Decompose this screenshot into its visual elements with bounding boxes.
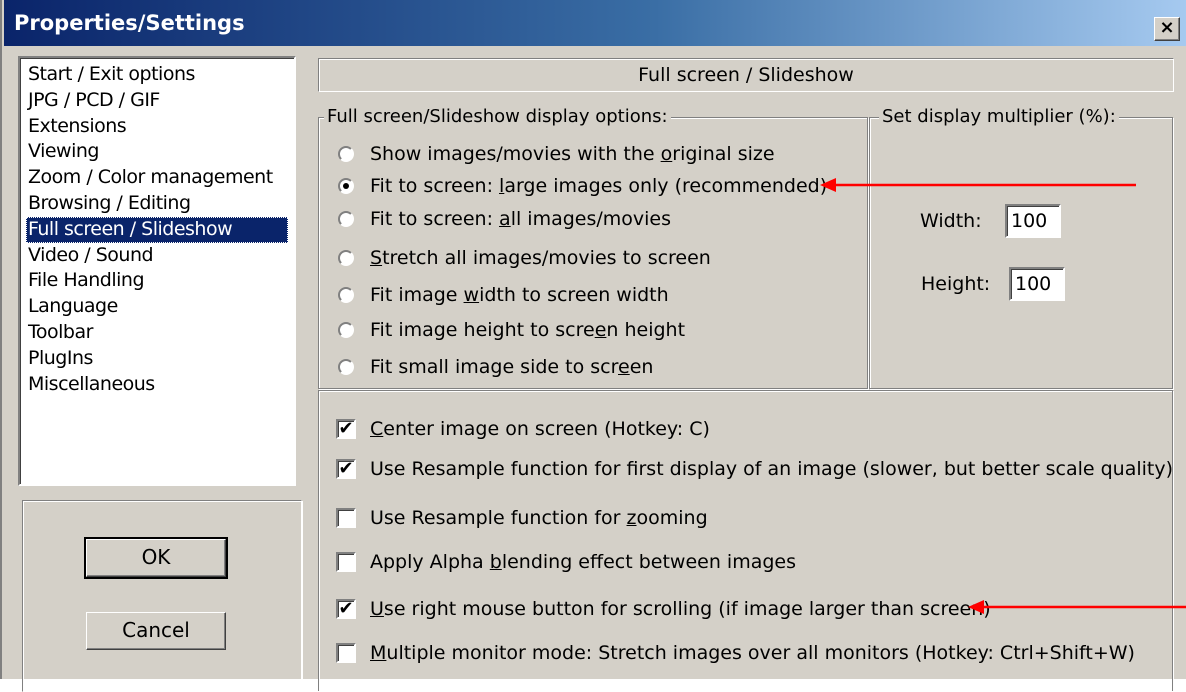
radio-button[interactable] — [338, 211, 354, 227]
height-label: Height: — [921, 273, 991, 295]
multiplier-group: Set display multiplier (%): — [869, 106, 1173, 389]
category-item[interactable]: Toolbar — [26, 320, 288, 346]
option-label: Use Resample function for zooming — [370, 503, 708, 533]
label-part: idth to screen width — [479, 284, 669, 306]
width-field[interactable]: 100 — [1005, 204, 1061, 238]
option-label: Stretch all images/movies to screen — [370, 243, 711, 273]
radio-button[interactable] — [338, 250, 354, 266]
height-field[interactable]: 100 — [1009, 267, 1065, 301]
label-part: en — [629, 356, 654, 378]
label-part: Fit to screen: — [370, 175, 500, 197]
multiplier-title: Set display multiplier (%): — [879, 106, 1119, 127]
label-part: ultiple monitor mode: Stretch images ove… — [386, 642, 1135, 664]
checkbox[interactable] — [336, 508, 356, 528]
category-list[interactable]: Start / Exit options JPG / PCD / GIF Exten… — [18, 56, 296, 486]
close-icon: × — [1159, 17, 1175, 38]
label-part: M — [370, 642, 387, 664]
category-item[interactable]: Start / Exit options — [26, 62, 288, 88]
check-mark-icon: ✔ — [338, 458, 354, 479]
radio-button[interactable] — [338, 359, 354, 375]
label-part: U — [370, 598, 384, 620]
label-part: e — [618, 356, 630, 378]
annotation-arrow-2 — [968, 600, 1186, 614]
label-part: enter image on screen (Hotkey: C) — [383, 418, 710, 440]
close-button[interactable]: × — [1154, 17, 1180, 41]
option-label: Apply Alpha blending effect between imag… — [370, 547, 796, 577]
window-title: Properties/Settings — [14, 11, 245, 35]
label-part: w — [463, 284, 480, 306]
label-part: o — [660, 143, 673, 165]
label-part: Show images/movies with the — [370, 143, 661, 165]
label-part: se right mouse button for scrolling (if … — [383, 598, 991, 620]
label-part: lending effect between images — [501, 551, 796, 573]
category-item[interactable]: JPG / PCD / GIF — [26, 88, 288, 114]
checkbox[interactable]: ✔ — [336, 419, 356, 439]
properties-dialog: Properties/Settings × Start / Exit optio… — [0, 0, 1186, 692]
width-label: Width: — [920, 210, 982, 232]
panel-heading: Full screen / Slideshow — [318, 58, 1174, 92]
ok-button[interactable]: OK — [84, 537, 228, 579]
option-label: Multiple monitor mode: Stretch images ov… — [370, 638, 1135, 668]
label-part: Fit image height to scre — [370, 319, 595, 341]
check-mark-icon: ✔ — [338, 598, 354, 619]
label-part: C — [370, 418, 384, 440]
option-label: Fit image height to screen height — [370, 315, 685, 345]
option-label: Fit to screen: large images only (recomm… — [370, 171, 827, 201]
label-part: a — [499, 208, 511, 230]
radio-button[interactable] — [338, 146, 354, 162]
category-item[interactable]: Miscellaneous — [26, 372, 288, 398]
category-item[interactable]: Browsing / Editing — [26, 191, 288, 217]
label-part: riginal size — [672, 143, 775, 165]
cancel-button[interactable]: Cancel — [86, 612, 226, 650]
display-options-title: Full screen/Slideshow display options: — [324, 106, 671, 127]
label-part: S — [370, 247, 383, 269]
radio-button[interactable] — [338, 178, 354, 194]
check-mark-icon: ✔ — [338, 418, 354, 439]
option-label: Fit small image side to screen — [370, 352, 653, 382]
checkbox[interactable]: ✔ — [336, 459, 356, 479]
label-part: e — [594, 319, 607, 341]
option-label: Fit image width to screen width — [370, 280, 669, 310]
label-part: ll images/movies — [510, 208, 672, 230]
annotation-arrow-1 — [820, 178, 1136, 192]
title-bar[interactable]: Properties/Settings × — [4, 0, 1186, 46]
category-item[interactable]: Video / Sound — [26, 243, 288, 269]
category-item[interactable]: PlugIns — [26, 346, 288, 372]
label-part: arge images only (recommended) — [504, 175, 828, 197]
category-item[interactable]: Language — [26, 294, 288, 320]
category-item[interactable]: File Handling — [26, 268, 288, 294]
category-item[interactable]: Zoom / Color management — [26, 165, 288, 191]
radio-button[interactable] — [338, 287, 354, 303]
label-part: ooming — [636, 507, 708, 529]
checkbox[interactable] — [336, 643, 356, 663]
category-item[interactable]: Viewing — [26, 139, 288, 165]
option-label: Use right mouse button for scrolling (if… — [370, 594, 991, 624]
checkbox[interactable]: ✔ — [336, 599, 356, 619]
category-item[interactable]: Extensions — [26, 114, 288, 140]
checkbox[interactable] — [336, 552, 356, 572]
category-item[interactable]: Full screen / Slideshow — [26, 216, 288, 243]
label-part: Use Resample function for — [370, 507, 627, 529]
option-label: Fit to screen: all images/movies — [370, 204, 671, 234]
radio-button[interactable] — [338, 322, 354, 338]
label-part: Use Resample function for first display … — [370, 458, 1174, 480]
option-label: Center image on screen (Hotkey: C) — [370, 414, 710, 444]
label-part: z — [626, 507, 637, 529]
label-part: Apply Alpha — [370, 551, 490, 573]
label-part: b — [489, 551, 502, 573]
label-part: n height — [606, 319, 686, 341]
label-part: Fit small image side to scr — [370, 356, 619, 378]
label-part: tretch all images/movies to screen — [382, 247, 711, 269]
option-label: Show images/movies with the original siz… — [370, 139, 775, 169]
label-part: Fit image — [370, 284, 464, 306]
button-panel: OK Cancel — [22, 500, 302, 692]
label-part: Fit to screen: — [370, 208, 500, 230]
option-label: Use Resample function for first display … — [370, 454, 1173, 484]
